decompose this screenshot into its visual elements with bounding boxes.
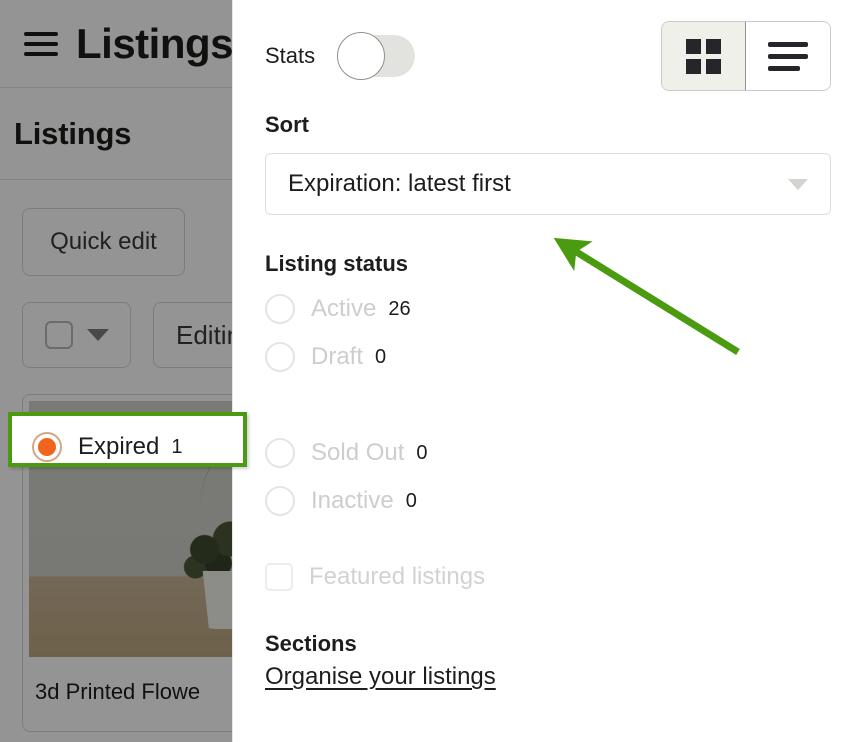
status-option-label: Expired xyxy=(78,433,160,460)
panel-header-row: Stats xyxy=(265,21,831,91)
page-title: Listings xyxy=(14,115,132,151)
listing-status-label: Listing status xyxy=(265,251,409,276)
status-option-draft[interactable]: Draft 0 xyxy=(265,333,831,381)
status-option-label: Draft xyxy=(311,343,364,370)
radio-icon[interactable] xyxy=(265,438,295,468)
status-option-label: Inactive xyxy=(311,487,394,514)
stats-toggle-knob xyxy=(337,32,386,80)
screen: Listings Listings Quick edit Editin 3d P… xyxy=(0,0,855,742)
list-view-icon xyxy=(768,41,808,71)
sort-select-value: Expiration: latest first xyxy=(288,170,511,197)
radio-icon[interactable] xyxy=(265,486,295,516)
list-view-button[interactable] xyxy=(746,22,830,90)
view-mode-toggle xyxy=(661,21,831,91)
featured-listings-checkbox[interactable] xyxy=(265,563,293,591)
status-option-sold-out[interactable]: Sold Out 0 xyxy=(265,429,831,477)
select-all-checkbox[interactable] xyxy=(45,321,73,349)
status-option-inactive[interactable]: Inactive 0 xyxy=(265,477,831,525)
status-option-count: 0 xyxy=(416,441,428,464)
status-option-active[interactable]: Active 26 xyxy=(265,285,831,333)
filters-panel: Stats Sort Expiration: latest first List… xyxy=(232,0,855,742)
select-all-dropdown[interactable] xyxy=(22,302,131,368)
status-option-label: Active xyxy=(311,295,377,322)
radio-icon-selected[interactable] xyxy=(32,432,62,462)
chevron-down-icon xyxy=(788,178,808,190)
grid-view-button[interactable] xyxy=(662,22,746,90)
status-option-expired[interactable]: Expired 1 xyxy=(32,423,183,471)
featured-listings-option[interactable]: Featured listings xyxy=(265,563,831,591)
status-option-count: 26 xyxy=(388,297,411,320)
quick-edit-button[interactable]: Quick edit xyxy=(22,208,185,276)
status-option-count: 0 xyxy=(405,489,417,512)
app-title: Listings xyxy=(76,19,234,67)
stats-toggle[interactable] xyxy=(337,32,416,80)
featured-listings-label: Featured listings xyxy=(309,563,486,590)
status-option-count: 1 xyxy=(171,435,183,458)
sort-section-label: Sort xyxy=(265,112,309,137)
chevron-down-icon xyxy=(87,329,109,341)
hamburger-icon[interactable] xyxy=(24,31,58,56)
listing-status-list: Active 26 Draft 0 Expired 1 Sold Out 0 I… xyxy=(265,285,831,525)
grid-view-icon xyxy=(686,38,721,74)
stats-label: Stats xyxy=(265,43,316,68)
radio-icon[interactable] xyxy=(265,294,295,324)
sort-select[interactable]: Expiration: latest first xyxy=(265,153,831,215)
status-option-count: 0 xyxy=(375,345,387,368)
status-option-label: Sold Out xyxy=(311,439,405,466)
radio-icon[interactable] xyxy=(265,342,295,372)
sections-label: Sections xyxy=(265,631,357,656)
stats-toggle-group: Stats xyxy=(265,32,416,80)
organise-listings-link[interactable]: Organise your listings xyxy=(265,663,831,691)
